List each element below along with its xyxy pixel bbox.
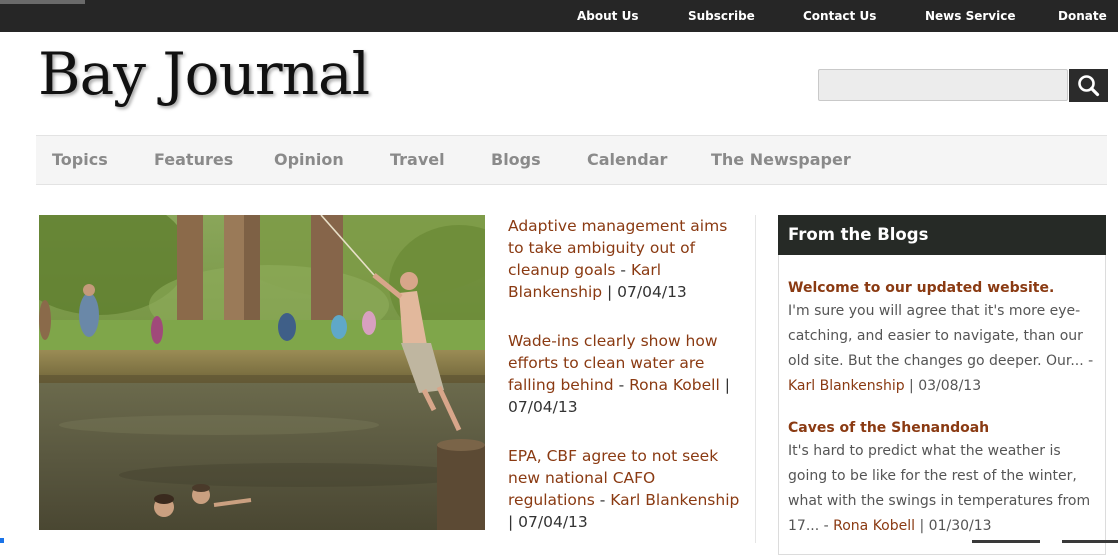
- topnav-news-service[interactable]: News Service: [925, 9, 1015, 23]
- headline-date: 07/04/13: [518, 513, 588, 531]
- headline-date: 07/04/13: [508, 398, 578, 416]
- search-button[interactable]: [1069, 69, 1108, 102]
- blog-post-title-link[interactable]: Welcome to our updated website.: [788, 280, 1054, 296]
- nav-travel[interactable]: Travel: [390, 150, 445, 169]
- main-navigation: Topics Features Opinion Travel Blogs Cal…: [36, 135, 1107, 185]
- headline-item: EPA, CBF agree to not seek new national …: [508, 447, 740, 531]
- page-corner-marker: [0, 538, 4, 543]
- site-logo[interactable]: Bay Journal: [38, 40, 370, 108]
- nav-features[interactable]: Features: [154, 150, 233, 169]
- browser-tab-remnant: [0, 0, 85, 4]
- featured-photo[interactable]: [39, 215, 485, 530]
- topnav-donate[interactable]: Donate: [1058, 9, 1107, 23]
- nav-blogs[interactable]: Blogs: [491, 150, 541, 169]
- headline-author-link[interactable]: Karl Blankenship: [610, 491, 739, 509]
- blog-post-excerpt: It's hard to predict what the weather is…: [788, 443, 1091, 534]
- topnav-about-us[interactable]: About Us: [577, 9, 638, 23]
- column-divider: [755, 215, 756, 543]
- blog-author-link[interactable]: Karl Blankenship: [788, 378, 905, 394]
- nav-the-newspaper[interactable]: The Newspaper: [711, 150, 851, 169]
- magnifier-icon: [1078, 75, 1100, 97]
- blog-date: 01/30/13: [928, 518, 992, 534]
- headline-title-link[interactable]: Adaptive management aims to take ambigui…: [508, 217, 727, 279]
- top-utility-bar: About Us Subscribe Contact Us News Servi…: [0, 0, 1118, 32]
- blog-date: 03/08/13: [918, 378, 982, 394]
- topnav-subscribe[interactable]: Subscribe: [688, 9, 755, 23]
- blogs-heading: From the Blogs: [778, 215, 1106, 255]
- headline-author-link[interactable]: Rona Kobell: [629, 376, 720, 394]
- nav-opinion[interactable]: Opinion: [274, 150, 344, 169]
- blog-excerpt-text: I'm sure you will agree that it's more e…: [788, 303, 1084, 369]
- nav-calendar[interactable]: Calendar: [587, 150, 667, 169]
- blog-post-title-link[interactable]: Caves of the Shenandoah: [788, 420, 989, 436]
- headline-date: 07/04/13: [617, 283, 687, 301]
- topnav-contact-us[interactable]: Contact Us: [803, 9, 876, 23]
- headline-item: Adaptive management aims to take ambigui…: [508, 217, 728, 301]
- search-input[interactable]: [818, 69, 1068, 101]
- blog-post-excerpt: I'm sure you will agree that it's more e…: [788, 303, 1094, 394]
- headline-item: Wade-ins clearly show how efforts to cle…: [508, 332, 730, 416]
- blog-author-link[interactable]: Rona Kobell: [833, 518, 915, 534]
- nav-topics[interactable]: Topics: [52, 150, 108, 169]
- rope-swing-photo: [39, 215, 485, 530]
